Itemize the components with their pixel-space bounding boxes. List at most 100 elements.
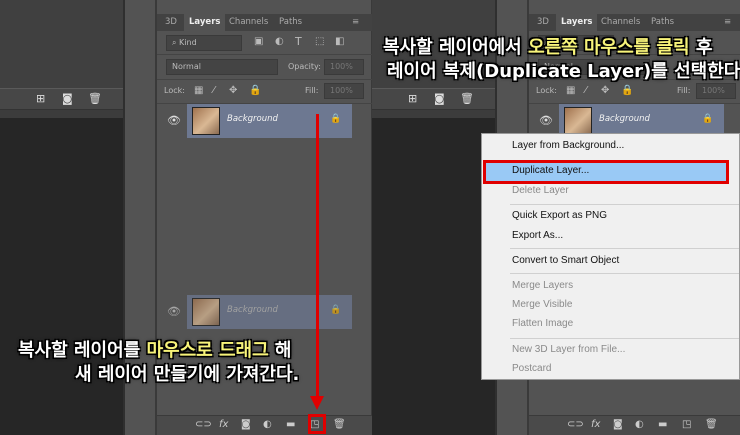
- drag-arrow-head: [310, 396, 324, 410]
- menu-item-layer-from-background[interactable]: Layer from Background...: [512, 140, 624, 151]
- lock-all-icon[interactable]: 🔒: [249, 85, 261, 96]
- history-toolbar: ⊞ ◙ 🗑: [0, 88, 123, 110]
- layer-lock-icon: 🔒: [702, 114, 714, 124]
- menu-item-export-as[interactable]: Export As...: [512, 230, 563, 241]
- tab-channels[interactable]: Channels: [596, 14, 645, 31]
- tab-channels[interactable]: Channels: [224, 14, 273, 31]
- fx-icon[interactable]: fx: [591, 419, 600, 430]
- menu-item-merge-layers: Merge Layers: [512, 280, 574, 291]
- filter-smart-object-icon[interactable]: ◧: [335, 36, 344, 47]
- filter-type-icon[interactable]: T: [295, 35, 302, 48]
- caption-text: 복사할 레이어를: [18, 340, 147, 361]
- opacity-value: 100%: [330, 62, 353, 71]
- delete-layer-icon[interactable]: 🗑: [705, 419, 718, 430]
- opacity-input[interactable]: 100%: [324, 59, 364, 75]
- tab-layers[interactable]: Layers: [556, 14, 598, 31]
- drag-preview-thumbnail: [192, 298, 220, 326]
- caption-highlight: 마우스로 드래그: [146, 340, 269, 361]
- caption-text: 복사할 레이어에서: [383, 37, 529, 58]
- fill-input[interactable]: 100%: [324, 83, 364, 99]
- layer-name: Background: [227, 114, 278, 124]
- caption-left-line2: 새 레이어 만들기에 가져간다.: [75, 364, 300, 385]
- tab-paths[interactable]: Paths: [646, 14, 679, 31]
- lock-transparent-icon[interactable]: ▦: [566, 85, 575, 96]
- menu-item-flatten-image: Flatten Image: [512, 318, 574, 329]
- trash-icon[interactable]: 🗑: [460, 92, 474, 105]
- filter-pixel-icon[interactable]: ▣: [254, 36, 263, 47]
- layer-name: Background: [599, 114, 650, 124]
- fill-input[interactable]: 100%: [696, 83, 736, 99]
- drag-preview-name: Background: [227, 305, 278, 315]
- new-document-from-state-icon[interactable]: ⊞: [36, 92, 45, 105]
- caption-right-line1: 복사할 레이어에서 오른쪽 마우스를 클릭 후: [383, 37, 712, 59]
- panel-menu-icon[interactable]: ≡: [347, 14, 364, 31]
- lock-all-icon[interactable]: 🔒: [621, 85, 633, 96]
- fill-label: Fill:: [305, 86, 319, 95]
- menu-item-convert-smart-object[interactable]: Convert to Smart Object: [512, 255, 619, 266]
- link-layers-icon[interactable]: ⊂⊃: [195, 419, 212, 430]
- lock-label: Lock:: [536, 86, 557, 95]
- delete-layer-icon[interactable]: 🗑: [333, 419, 346, 430]
- drag-preview-eye-icon: 👁: [167, 305, 181, 318]
- panel-tabs: 3D Layers Channels Paths ≡: [157, 14, 372, 31]
- filter-kind-value: Kind: [179, 38, 197, 47]
- caption-left-line1: 복사할 레이어를 마우스로 드래그 해: [18, 340, 291, 362]
- drag-preview-layer: Background 🔒: [187, 295, 352, 329]
- layer-row-background[interactable]: Background 🔒: [187, 104, 352, 138]
- panel-menu-icon[interactable]: ≡: [719, 14, 736, 31]
- document-canvas: [372, 118, 495, 435]
- lock-brush-icon[interactable]: ⁄: [585, 85, 587, 96]
- layers-bottom-toolbar: ⊂⊃ fx ◙ ◐ ▬ ◳ 🗑: [157, 415, 372, 435]
- add-mask-icon[interactable]: ◙: [613, 419, 623, 430]
- tab-paths[interactable]: Paths: [274, 14, 307, 31]
- new-layer-highlight-box: [308, 414, 326, 434]
- drag-preview-lock-icon: 🔒: [330, 305, 342, 315]
- filter-shape-icon[interactable]: ⬚: [315, 36, 324, 47]
- fill-value: 100%: [330, 86, 353, 95]
- filter-kind-select[interactable]: ⌕ Kind: [166, 35, 242, 51]
- layer-context-menu: Layer from Background... Duplicate Layer…: [481, 133, 740, 380]
- menu-item-merge-visible: Merge Visible: [512, 299, 573, 310]
- camera-snapshot-icon[interactable]: ◙: [62, 92, 73, 105]
- layers-bottom-toolbar: ⊂⊃ fx ◙ ◐ ▬ ◳ 🗑: [529, 415, 740, 435]
- new-group-icon[interactable]: ▬: [658, 419, 667, 430]
- tab-layers[interactable]: Layers: [184, 14, 226, 31]
- tab-3d[interactable]: 3D: [532, 14, 554, 31]
- lock-move-icon[interactable]: ✥: [601, 85, 609, 96]
- link-layers-icon[interactable]: ⊂⊃: [567, 419, 584, 430]
- new-layer-icon[interactable]: ◳: [682, 419, 691, 430]
- lock-brush-icon[interactable]: ⁄: [213, 85, 215, 96]
- caption-highlight: 오른쪽 마우스를 클릭: [528, 37, 690, 58]
- history-toolbar: ⊞ ◙ 🗑: [372, 88, 495, 110]
- add-mask-icon[interactable]: ◙: [241, 419, 251, 430]
- layer-thumbnail: [192, 107, 220, 135]
- filter-adjustment-icon[interactable]: ◐: [275, 36, 284, 47]
- menu-item-duplicate-layer[interactable]: Duplicate Layer...: [512, 165, 589, 176]
- visibility-eye-icon[interactable]: 👁: [539, 114, 553, 127]
- visibility-eye-icon[interactable]: 👁: [167, 114, 181, 127]
- panel-tabs: 3D Layers Channels Paths ≡: [529, 14, 740, 31]
- blend-mode-select[interactable]: Normal: [166, 59, 278, 75]
- new-document-from-state-icon[interactable]: ⊞: [408, 92, 417, 105]
- menu-item-quick-export-png[interactable]: Quick Export as PNG: [512, 210, 607, 221]
- lock-move-icon[interactable]: ✥: [229, 85, 237, 96]
- new-group-icon[interactable]: ▬: [286, 419, 295, 430]
- menu-item-delete-layer: Delete Layer: [512, 185, 569, 196]
- camera-snapshot-icon[interactable]: ◙: [434, 92, 445, 105]
- caption-right-line2: 레이어 복제(Duplicate Layer)를 선택한다.: [387, 61, 740, 82]
- document-canvas: [0, 118, 123, 435]
- caption-text: 후: [689, 37, 713, 58]
- lock-transparent-icon[interactable]: ▦: [194, 85, 203, 96]
- tab-3d[interactable]: 3D: [160, 14, 182, 31]
- adjustment-layer-icon[interactable]: ◐: [635, 419, 644, 430]
- adjustment-layer-icon[interactable]: ◐: [263, 419, 272, 430]
- history-scrollbar[interactable]: [372, 110, 495, 118]
- history-scrollbar[interactable]: [0, 110, 123, 118]
- trash-icon[interactable]: 🗑: [88, 92, 102, 105]
- fill-value: 100%: [702, 86, 725, 95]
- layer-lock-icon: 🔒: [330, 114, 342, 124]
- fx-icon[interactable]: fx: [219, 419, 228, 430]
- fill-label: Fill:: [677, 86, 691, 95]
- menu-item-postcard: Postcard: [512, 363, 552, 374]
- blend-mode-value: Normal: [172, 62, 201, 71]
